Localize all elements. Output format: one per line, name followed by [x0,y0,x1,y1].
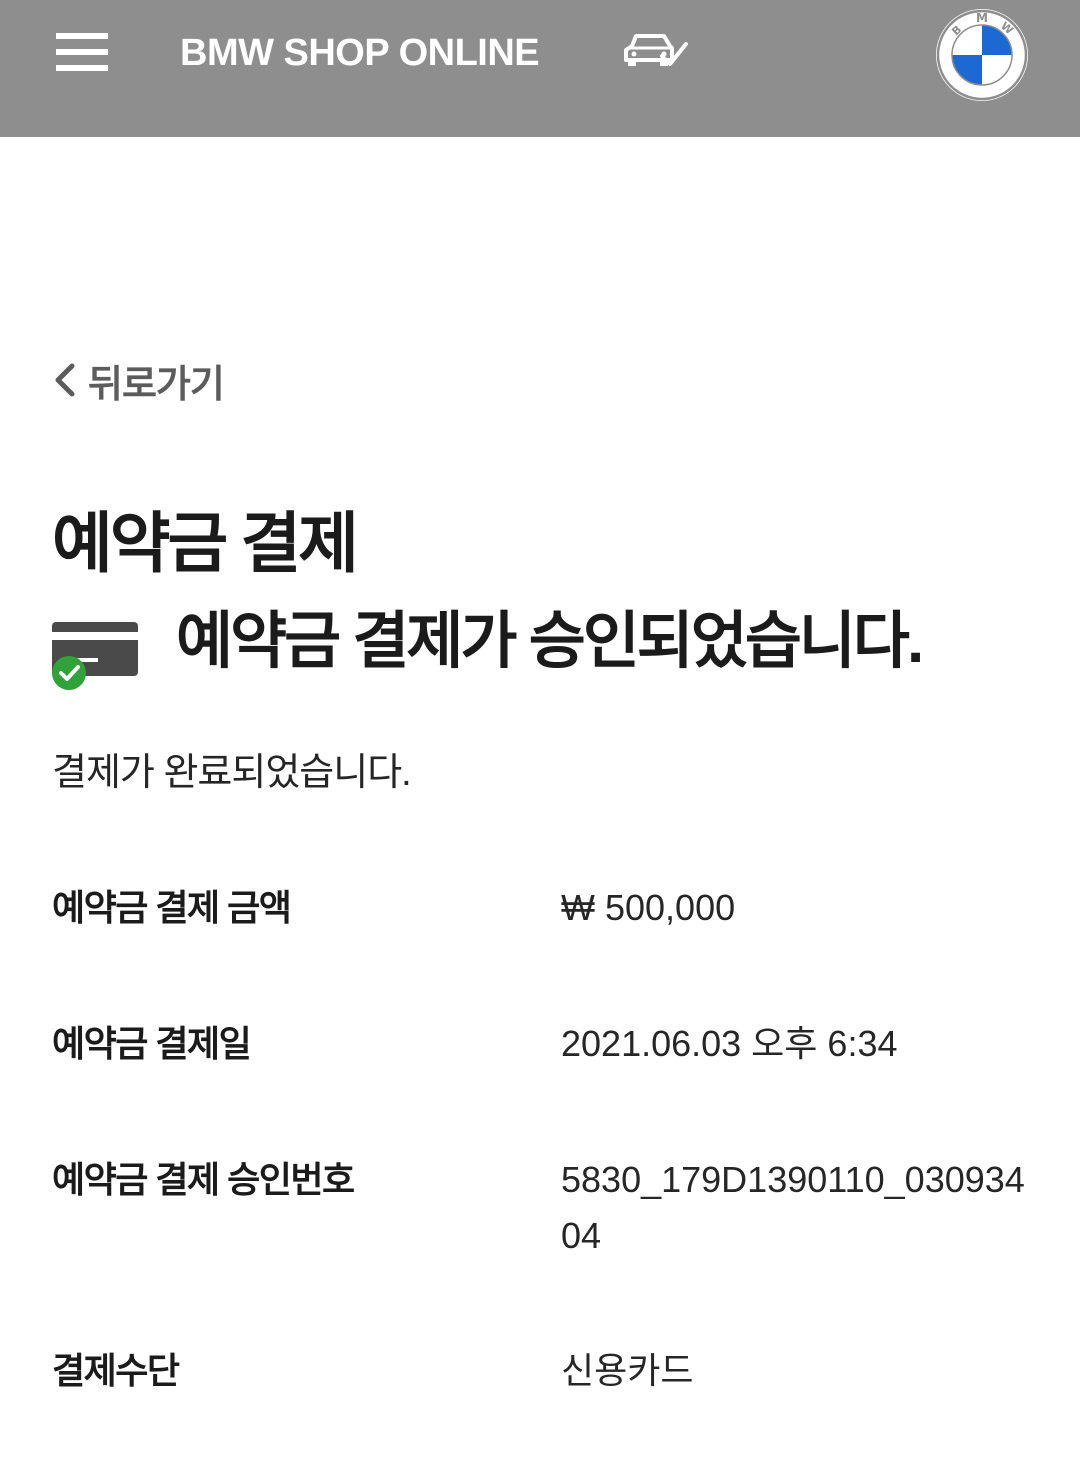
hamburger-menu-icon[interactable] [56,33,108,73]
top-bar: BMW SHOP ONLINE B M W [0,0,1080,137]
payment-method-value: 신용카드 [561,1350,694,1391]
complete-message: 결제가 완료되었습니다. [52,752,412,794]
svg-text:M: M [976,11,988,25]
payment-amount-label: 예약금 결제 금액 [52,887,292,928]
chevron-left-icon [55,363,75,397]
bmw-roundel-logo[interactable]: B M W [934,7,1030,103]
page: BMW SHOP ONLINE B M W 뒤로가기 예약금 결제 예약금 결제… [0,0,1080,1464]
payment-amount-value: ₩ 500,000 [561,887,736,928]
payment-method-label: 결제수단 [52,1350,180,1391]
approval-number-label: 예약금 결제 승인번호 [52,1159,355,1200]
payment-date-value: 2021.06.03 오후 6:34 [561,1023,898,1064]
page-title: 예약금 결제 [52,506,359,580]
back-link[interactable]: 뒤로가기 [52,355,225,406]
approval-number-value: 5830_179D1390110_03093404 [561,1159,1025,1256]
approval-message: 예약금 결제가 승인되었습니다. [176,607,924,676]
back-label: 뒤로가기 [88,363,225,406]
car-check-icon[interactable] [620,30,688,72]
payment-date-label: 예약금 결제일 [52,1023,252,1064]
credit-card-check-icon [52,622,138,690]
brand-title[interactable]: BMW SHOP ONLINE [180,28,540,78]
